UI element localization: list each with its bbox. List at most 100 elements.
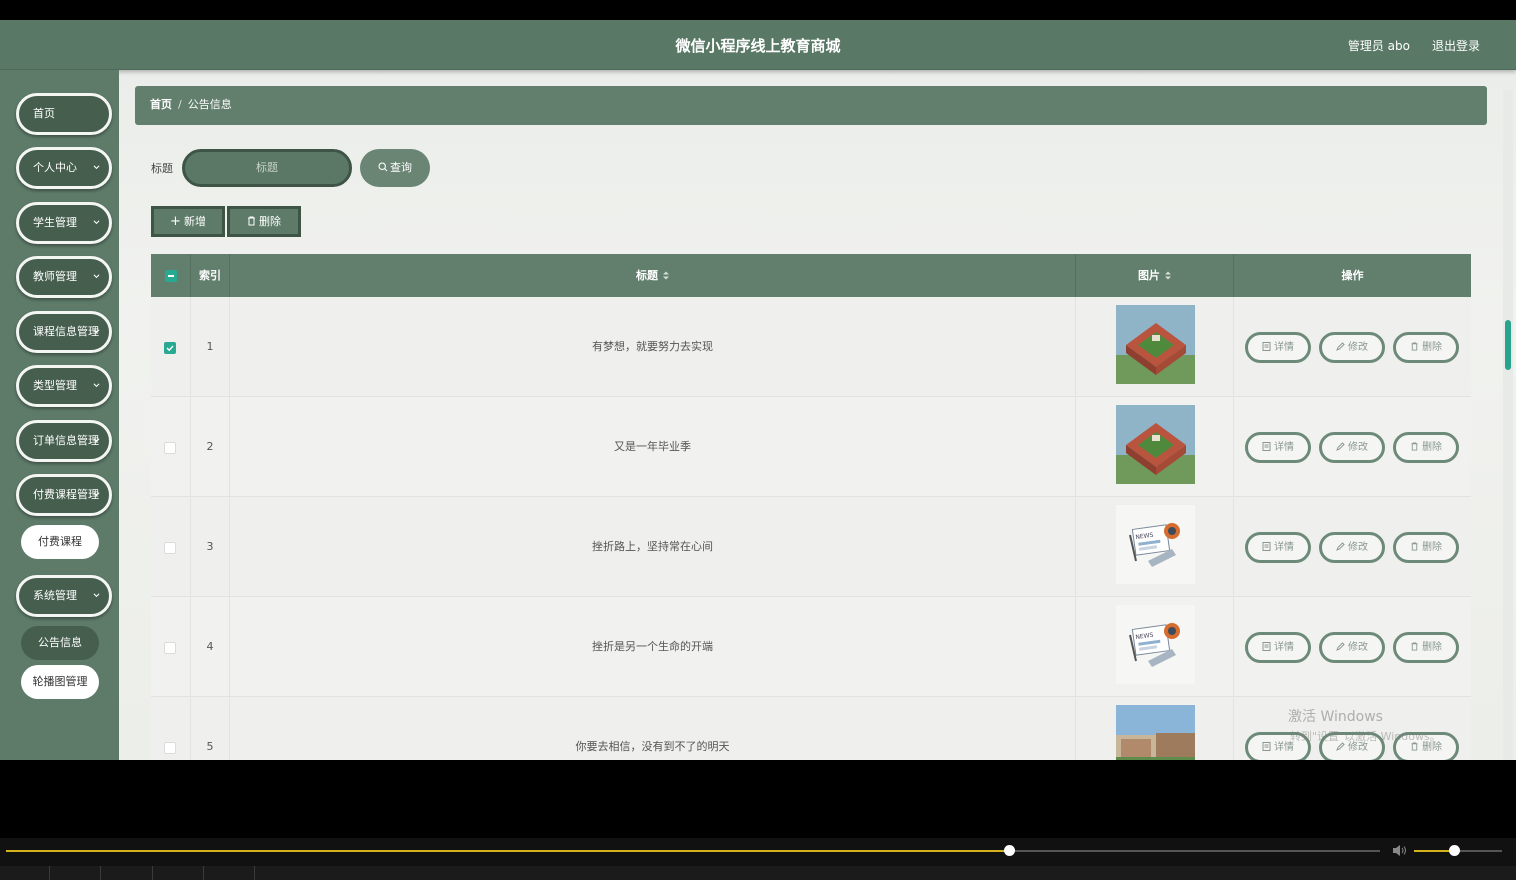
sidebar-item-home[interactable]: 首页 xyxy=(16,93,112,135)
detail-button[interactable]: 详情 xyxy=(1245,432,1311,463)
breadcrumb: 首页 / 公告信息 xyxy=(135,86,1487,125)
edit-button-label: 修改 xyxy=(1348,442,1368,453)
row-checkbox[interactable] xyxy=(164,542,176,554)
row-select-cell xyxy=(151,397,191,497)
sidebar-item-teachers[interactable]: 教师管理 xyxy=(16,256,112,298)
page-scrollbar[interactable] xyxy=(1503,90,1513,760)
select-all-checkbox[interactable] xyxy=(165,270,177,282)
edit-button-label: 修改 xyxy=(1348,542,1368,553)
search-button[interactable]: 查询 xyxy=(360,149,430,187)
table-row: 5 你要去相信，没有到不了的明天 详情 修改 删除 xyxy=(151,697,1471,760)
table-header: 索引 标题 图片 操作 xyxy=(151,254,1471,297)
progress-knob[interactable] xyxy=(1004,845,1016,856)
sidebar-item-system[interactable]: 系统管理 xyxy=(16,575,112,617)
delete-button-label: 删除 xyxy=(1422,342,1442,353)
row-image-cell xyxy=(1076,697,1234,760)
sidebar-item-courses[interactable]: 课程信息管理 xyxy=(16,311,112,353)
column-header-image[interactable]: 图片 xyxy=(1076,254,1234,297)
screen-frame: 微信小程序线上教育商城 管理员 abo 退出登录 首页 个人中心 学生管理 教师… xyxy=(0,0,1516,880)
chevron-down-icon xyxy=(93,438,100,443)
volume-icon[interactable] xyxy=(1392,844,1408,857)
row-thumbnail[interactable] xyxy=(1116,405,1195,484)
page-scrollbar-thumb[interactable] xyxy=(1505,320,1511,370)
table-row: 2 又是一年毕业季 详情 修改 删除 xyxy=(151,397,1471,497)
edit-button[interactable]: 修改 xyxy=(1319,432,1385,463)
sidebar-subitem-carousel[interactable]: 轮播图管理 xyxy=(21,665,99,699)
detail-button-label: 详情 xyxy=(1274,342,1294,353)
detail-button[interactable]: 详情 xyxy=(1245,632,1311,663)
delete-button[interactable]: 删除 xyxy=(1393,532,1459,563)
sidebar-item-orders[interactable]: 订单信息管理 xyxy=(16,420,112,462)
sidebar-item-label: 课程信息管理 xyxy=(33,325,99,338)
sidebar-item-students[interactable]: 学生管理 xyxy=(16,202,112,244)
breadcrumb-current: 公告信息 xyxy=(187,98,232,111)
delete-button[interactable]: 删除 xyxy=(1393,432,1459,463)
detail-button[interactable]: 详情 xyxy=(1245,532,1311,563)
row-thumbnail[interactable] xyxy=(1116,705,1195,760)
search-icon xyxy=(378,162,388,172)
row-thumbnail[interactable]: NEWS xyxy=(1116,605,1195,684)
delete-button[interactable]: 删除 xyxy=(1393,632,1459,663)
column-header-title-label: 标题 xyxy=(636,269,658,282)
row-actions: 详情 修改 删除 xyxy=(1234,297,1471,397)
row-select-cell xyxy=(151,697,191,760)
taskbar-divider xyxy=(203,866,204,880)
row-thumbnail[interactable] xyxy=(1116,305,1195,384)
search-button-label: 查询 xyxy=(390,161,412,174)
row-checkbox[interactable] xyxy=(164,742,176,754)
table-row: 3 挫折路上，坚持常在心间 NEWS 详情 修改 删除 xyxy=(151,497,1471,597)
delete-button-label: 删除 xyxy=(1422,542,1442,553)
row-title: 有梦想，就要努力去实现 xyxy=(230,297,1076,397)
row-thumbnail[interactable]: NEWS xyxy=(1116,505,1195,584)
row-checkbox[interactable] xyxy=(164,442,176,454)
logout-link[interactable]: 退出登录 xyxy=(1432,20,1480,72)
add-button[interactable]: + 新增 xyxy=(151,206,225,237)
row-image-cell xyxy=(1076,297,1234,397)
column-header-title[interactable]: 标题 xyxy=(230,254,1076,297)
row-actions: 详情 修改 删除 xyxy=(1234,497,1471,597)
batch-delete-button[interactable]: 删除 xyxy=(227,206,301,237)
edit-button[interactable]: 修改 xyxy=(1319,332,1385,363)
edit-button[interactable]: 修改 xyxy=(1319,632,1385,663)
row-index: 5 xyxy=(191,697,230,760)
sidebar-item-personal-center[interactable]: 个人中心 xyxy=(16,147,112,189)
plus-icon: + xyxy=(170,214,181,229)
check-icon xyxy=(166,345,174,352)
title-search-input[interactable]: 标题 xyxy=(182,149,352,187)
sidebar-item-label: 付费课程管理 xyxy=(33,488,99,501)
sidebar-subitem-paid-course[interactable]: 付费课程 xyxy=(21,525,99,559)
volume-knob[interactable] xyxy=(1448,845,1460,856)
progress-fill xyxy=(6,850,1010,852)
search-label: 标题 xyxy=(151,162,173,175)
sidebar-item-label: 学生管理 xyxy=(33,216,77,229)
row-actions: 详情 修改 删除 xyxy=(1234,597,1471,697)
delete-button-label: 删除 xyxy=(1422,442,1442,453)
document-icon xyxy=(1262,742,1271,751)
select-all-cell xyxy=(151,254,191,297)
detail-button[interactable]: 详情 xyxy=(1245,332,1311,363)
edit-button[interactable]: 修改 xyxy=(1319,532,1385,563)
breadcrumb-home[interactable]: 首页 xyxy=(150,98,172,111)
edit-icon xyxy=(1336,442,1345,451)
breadcrumb-separator: / xyxy=(178,98,182,111)
sidebar-item-label: 首页 xyxy=(33,107,55,120)
admin-app: 微信小程序线上教育商城 管理员 abo 退出登录 首页 个人中心 学生管理 教师… xyxy=(0,20,1516,760)
sort-icon xyxy=(1165,271,1171,280)
bottom-taskbar xyxy=(0,866,1516,880)
sidebar-subitem-notice[interactable]: 公告信息 xyxy=(21,626,99,660)
taskbar-divider xyxy=(100,866,101,880)
app-title: 微信小程序线上教育商城 xyxy=(675,37,841,55)
current-user: 管理员 abo xyxy=(1347,39,1410,53)
sidebar-item-types[interactable]: 类型管理 xyxy=(16,365,112,407)
sidebar-item-paid-courses[interactable]: 付费课程管理 xyxy=(16,474,112,516)
row-checkbox[interactable] xyxy=(164,342,176,354)
row-select-cell xyxy=(151,597,191,697)
row-title: 挫折路上，坚持常在心间 xyxy=(230,497,1076,597)
row-checkbox[interactable] xyxy=(164,642,176,654)
delete-button[interactable]: 删除 xyxy=(1393,332,1459,363)
column-header-index: 索引 xyxy=(191,254,230,297)
table-row: 4 挫折是另一个生命的开端 NEWS 详情 修改 删除 xyxy=(151,597,1471,697)
detail-button-label: 详情 xyxy=(1274,442,1294,453)
chevron-down-icon xyxy=(93,492,100,497)
row-title: 又是一年毕业季 xyxy=(230,397,1076,497)
